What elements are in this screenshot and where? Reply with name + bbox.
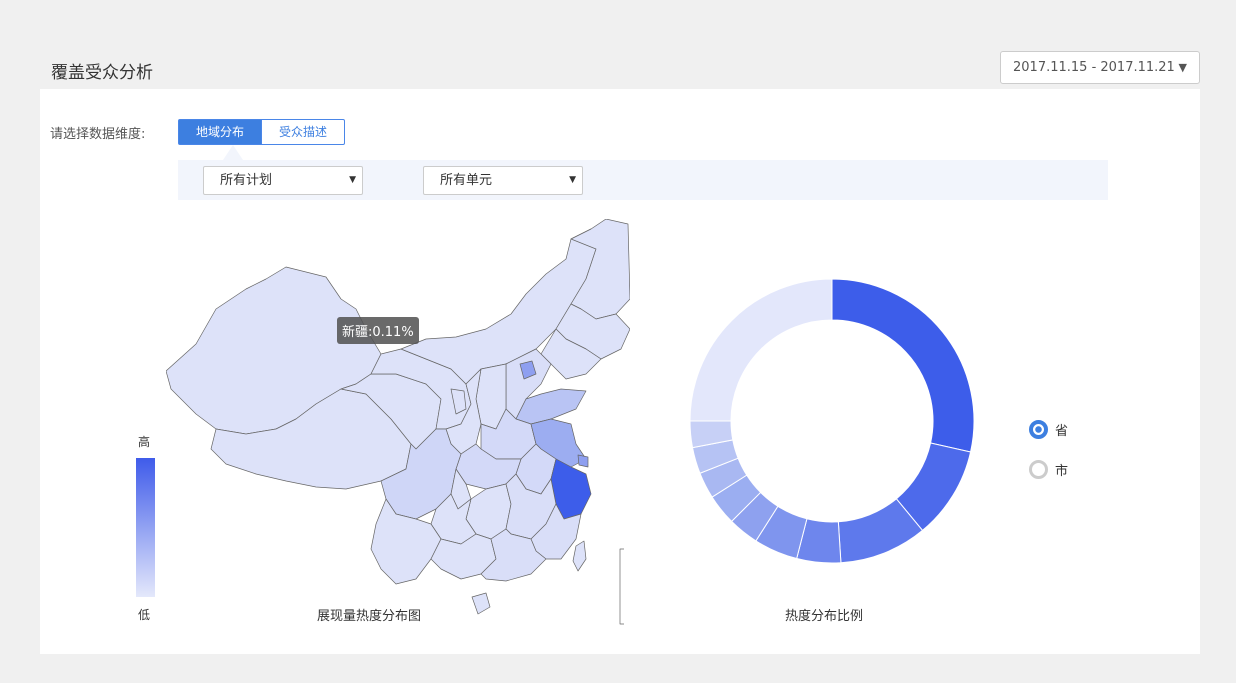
caret-down-icon: ▼ [569, 175, 576, 185]
region-hainan [471, 592, 491, 615]
unit-select-value: 所有单元 [440, 173, 493, 188]
unit-select[interactable]: 所有单元 ▼ [423, 166, 583, 195]
filter-bar: 所有计划 ▼ 所有单元 ▼ [178, 160, 1108, 200]
plan-select[interactable]: 所有计划 ▼ [203, 166, 363, 195]
radio-city[interactable]: 市 [1029, 460, 1068, 479]
page-title: 覆盖受众分析 [51, 63, 153, 83]
radio-province[interactable]: 省 [1029, 420, 1068, 439]
caret-down-icon: ▼ [349, 175, 356, 185]
radio-checked-icon [1029, 420, 1048, 439]
page: 覆盖受众分析 2017.11.15 - 2017.11.21 ▼ 请选择数据维度… [0, 0, 1236, 683]
donut-caption: 热度分布比例 [785, 609, 864, 624]
donut-slice-10[interactable] [690, 279, 833, 422]
date-range-text: 2017.11.15 - 2017.11.21 [1013, 60, 1175, 75]
date-range-select[interactable]: 2017.11.15 - 2017.11.21 ▼ [1000, 51, 1200, 84]
region-shanghai [577, 454, 589, 468]
china-heat-map[interactable] [166, 219, 630, 629]
legend-low-label: 低 [138, 608, 151, 622]
map-caption: 展现量热度分布图 [317, 609, 422, 624]
map-tooltip: 新疆:0.11% [337, 317, 419, 344]
radio-city-label: 市 [1055, 464, 1069, 479]
tab-region[interactable]: 地域分布 [178, 119, 263, 145]
legend-high-label: 高 [138, 435, 151, 449]
region-taiwan [572, 540, 587, 572]
donut-slice-0[interactable] [831, 279, 975, 453]
content-panel: 请选择数据维度: 地域分布 受众描述 所有计划 ▼ 所有单元 ▼ 高 低 新疆:… [40, 89, 1200, 654]
tab-pointer [223, 145, 243, 160]
heat-donut-chart[interactable] [690, 279, 975, 564]
plan-select-value: 所有计划 [220, 173, 273, 188]
dimension-tabs: 地域分布 受众描述 [178, 119, 346, 145]
south-sea-inset [619, 548, 624, 625]
radio-unchecked-icon [1029, 460, 1048, 479]
tab-audience[interactable]: 受众描述 [262, 119, 346, 145]
caret-down-icon: ▼ [1178, 61, 1187, 74]
heat-legend-bar [136, 458, 155, 597]
radio-province-label: 省 [1055, 424, 1069, 439]
dimension-label: 请选择数据维度: [50, 127, 146, 142]
